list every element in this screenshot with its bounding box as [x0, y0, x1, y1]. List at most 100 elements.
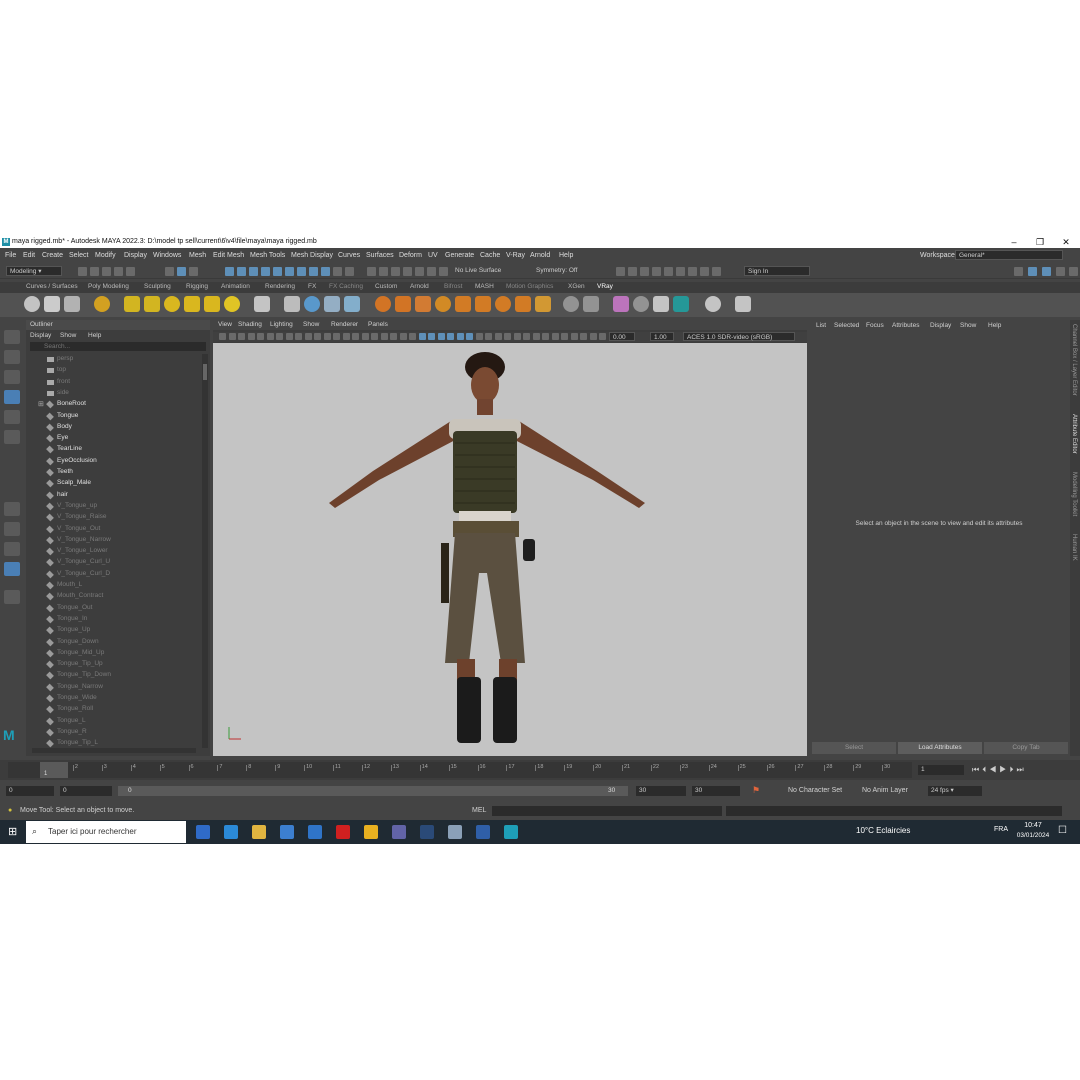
menu-display[interactable]: Display	[124, 252, 147, 259]
menu-v-ray[interactable]: V-Ray	[506, 252, 525, 259]
menuset-dropdown[interactable]: Modeling ▾	[6, 266, 62, 276]
list-item[interactable]: side	[26, 388, 201, 399]
taskbar-app-icon[interactable]	[308, 825, 322, 839]
status-tool-icon[interactable]	[676, 267, 685, 276]
list-item[interactable]: Mouth_L	[26, 580, 201, 591]
shelf-tool-icon[interactable]	[475, 296, 491, 312]
shelf-tab-curves-surfaces[interactable]: Curves / Surfaces	[26, 283, 78, 290]
shelf-tool-icon[interactable]	[435, 296, 451, 312]
list-item[interactable]: Tongue_Tip_Up	[26, 659, 201, 670]
attribute-menu-attributes[interactable]: Attributes	[892, 322, 919, 329]
shelf-tool-icon[interactable]	[653, 296, 669, 312]
shelf-tool-icon[interactable]	[673, 296, 689, 312]
shelf-tab-motion-graphics[interactable]: Motion Graphics	[506, 283, 553, 290]
status-tool-icon[interactable]	[189, 267, 198, 276]
menu-help[interactable]: Help	[559, 252, 573, 259]
taskbar-app-icon[interactable]	[420, 825, 434, 839]
list-item[interactable]: hair	[26, 490, 201, 501]
status-tool-icon[interactable]	[165, 267, 174, 276]
status-tool-icon[interactable]	[114, 267, 123, 276]
list-item[interactable]: Tongue_Up	[26, 625, 201, 636]
shelf-tool-icon[interactable]	[254, 296, 270, 312]
mel-command-input[interactable]	[492, 806, 722, 816]
taskbar-app-icon[interactable]	[280, 825, 294, 839]
attribute-menu-help[interactable]: Help	[988, 322, 1001, 329]
shelf-tool-icon[interactable]	[455, 296, 471, 312]
list-item[interactable]: Tongue_Roll	[26, 704, 201, 715]
viewport-tool-icon[interactable]	[247, 333, 255, 340]
viewport-tool-icon[interactable]	[599, 333, 606, 340]
outliner-menu-help[interactable]: Help	[88, 332, 101, 339]
taskbar-app-icon[interactable]	[448, 825, 462, 839]
attribute-menu-list[interactable]: List	[816, 322, 826, 329]
expand-icon[interactable]: ⊞	[38, 400, 44, 408]
status-tool-icon[interactable]	[90, 267, 99, 276]
viewport-tool-icon[interactable]	[532, 333, 540, 340]
list-item[interactable]: EyeOcclusion	[26, 456, 201, 467]
shelf-tab-bifrost[interactable]: Bifrost	[444, 283, 462, 290]
taskbar-search-input[interactable]: ⌕ Taper ici pour rechercher	[26, 821, 186, 843]
attribute-menu-display[interactable]: Display	[930, 322, 951, 329]
status-tool-icon[interactable]	[309, 267, 318, 276]
viewport-tool-icon[interactable]	[390, 333, 397, 340]
playback-controls[interactable]: ⏮⏴◀▶⏵⏭	[972, 765, 1027, 775]
status-tool-icon[interactable]	[237, 267, 246, 276]
menu-edit-mesh[interactable]: Edit Mesh	[213, 252, 244, 259]
shelf-tool-icon[interactable]	[44, 296, 60, 312]
taskbar-app-icon[interactable]	[196, 825, 210, 839]
symmetry-field[interactable]: Symmetry: Off	[533, 266, 591, 276]
list-item[interactable]: V_Tongue_Curl_U	[26, 557, 201, 568]
shelf-tool-icon[interactable]	[395, 296, 411, 312]
viewport-tool-icon[interactable]	[333, 333, 340, 340]
taskbar-app-icon[interactable]	[252, 825, 266, 839]
character-set-dropdown[interactable]: No Character Set	[788, 787, 842, 794]
status-tool-icon[interactable]	[664, 267, 673, 276]
weather-widget[interactable]: 10°C Eclaircies	[856, 826, 910, 835]
list-item[interactable]: V_Tongue_up	[26, 501, 201, 512]
viewport-tool-icon[interactable]	[570, 333, 578, 340]
status-tool-icon[interactable]	[427, 267, 436, 276]
gamma-field[interactable]: 1.00	[650, 332, 674, 341]
viewport-tool-icon[interactable]	[428, 333, 435, 340]
list-item[interactable]: ⊞ BoneRoot	[26, 399, 201, 410]
status-tool-icon[interactable]	[628, 267, 637, 276]
status-tool-icon[interactable]	[1056, 267, 1065, 276]
shelf-tab-rendering[interactable]: Rendering	[265, 283, 295, 290]
viewport-tool-icon[interactable]	[361, 333, 369, 340]
shelf-tab-poly-modeling[interactable]: Poly Modeling	[88, 283, 129, 290]
persp-outliner-layout-icon[interactable]	[4, 562, 20, 576]
anim-layer-dropdown[interactable]: No Anim Layer	[862, 787, 908, 794]
list-item[interactable]: TearLine	[26, 444, 201, 455]
status-tool-icon[interactable]	[379, 267, 388, 276]
range-bar[interactable]: 0 30	[118, 786, 628, 796]
viewport-tool-icon[interactable]	[580, 333, 587, 340]
shelf-tool-icon[interactable]	[705, 296, 721, 312]
viewport-tool-icon[interactable]	[418, 333, 426, 340]
status-tool-icon[interactable]	[403, 267, 412, 276]
viewport-tool-icon[interactable]	[342, 333, 350, 340]
status-tool-icon[interactable]	[297, 267, 306, 276]
status-tool-icon[interactable]	[1014, 267, 1023, 276]
viewport-tool-icon[interactable]	[323, 333, 331, 340]
viewport-tool-icon[interactable]	[371, 333, 378, 340]
list-item[interactable]: Tongue	[26, 411, 201, 422]
menu-modify[interactable]: Modify	[95, 252, 116, 259]
list-item[interactable]: Tongue_Wide	[26, 693, 201, 704]
copy-tab-button[interactable]: Copy Tab	[984, 742, 1068, 754]
viewport-tool-icon[interactable]	[513, 333, 521, 340]
viewport-menu-renderer[interactable]: Renderer	[331, 321, 358, 328]
viewport-tool-icon[interactable]	[589, 333, 597, 340]
taskbar-app-icon[interactable]	[364, 825, 378, 839]
shelf-tab-rigging[interactable]: Rigging	[186, 283, 208, 290]
menu-curves[interactable]: Curves	[338, 252, 360, 259]
viewport-tool-icon[interactable]	[475, 333, 483, 340]
status-tool-icon[interactable]	[367, 267, 376, 276]
status-tool-icon[interactable]	[345, 267, 354, 276]
clock-date[interactable]: 03/01/2024	[1012, 832, 1054, 839]
status-tool-icon[interactable]	[652, 267, 661, 276]
viewport-tool-icon[interactable]	[542, 333, 549, 340]
select-tool-icon[interactable]	[4, 330, 20, 344]
workspace-dropdown[interactable]: General*	[955, 250, 1063, 260]
taskbar-app-icon[interactable]	[336, 825, 350, 839]
shelf-tab-sculpting[interactable]: Sculpting	[144, 283, 171, 290]
